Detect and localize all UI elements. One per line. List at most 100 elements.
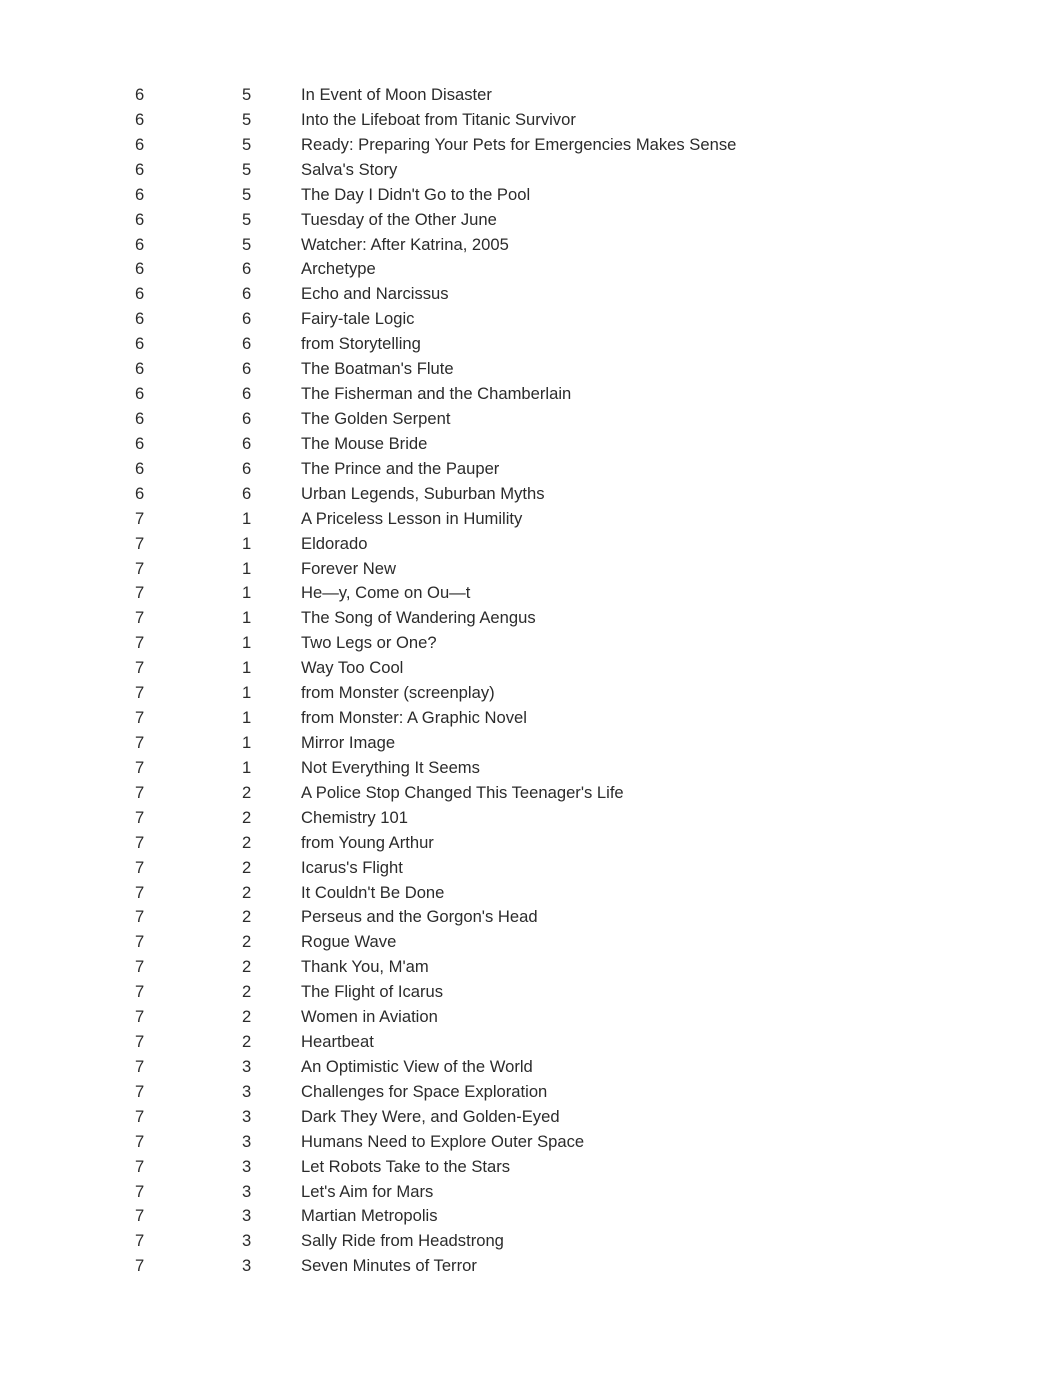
title-cell: Urban Legends, Suburban Myths	[301, 483, 545, 503]
table-row: 6 6 from Storytelling	[0, 332, 1062, 357]
unit-cell: 5	[242, 85, 252, 104]
table-row: 6 5 Tuesday of the Other June	[0, 208, 1062, 233]
table-row: 7 1 from Monster (screenplay)	[0, 681, 1062, 706]
unit-cell: 3	[242, 1106, 252, 1126]
title-cell: A Police Stop Changed This Teenager's Li…	[301, 782, 624, 802]
title-cell: The Golden Serpent	[301, 408, 451, 428]
title-cell: Two Legs or One?	[301, 633, 437, 653]
unit-cell: 2	[242, 957, 252, 977]
table-row: 7 3 Challenges for Space Exploration	[0, 1080, 1062, 1105]
table-row: 7 3 Sally Ride from Headstrong	[0, 1229, 1062, 1254]
table-row: 7 1 Eldorado	[0, 532, 1062, 557]
title-cell: Fairy-tale Logic	[301, 309, 415, 329]
unit-cell: 2	[242, 882, 252, 902]
title-cell: The Fisherman and the Chamberlain	[301, 384, 572, 404]
title-cell: Seven Minutes of Terror	[301, 1256, 477, 1276]
unit-cell: 6	[242, 483, 252, 503]
title-cell: He—y, Come on Ou—t	[301, 583, 471, 603]
grade-cell: 6	[135, 284, 145, 304]
unit-cell: 2	[242, 782, 252, 802]
table-row: 7 1 Two Legs or One?	[0, 631, 1062, 656]
table-row: 7 3 Dark They Were, and Golden-Eyed	[0, 1105, 1062, 1130]
title-cell: Mirror Image	[301, 732, 396, 752]
table-row: 7 2 The Flight of Icarus	[0, 980, 1062, 1005]
table-row: 7 1 The Song of Wandering Aengus	[0, 606, 1062, 631]
table-row: 7 2 Icarus's Flight	[0, 856, 1062, 881]
table-row: 6 5 Ready: Preparing Your Pets for Emergen…	[0, 133, 1062, 158]
reading-list-table: 6 5 In Event of Moon Disaster 6 5 Into the Li…	[0, 83, 1062, 1279]
table-row: 6 5 Into the Lifeboat from Titanic Survivo…	[0, 108, 1062, 133]
title-cell: Chemistry 101	[301, 807, 408, 827]
title-cell: Salva's Story	[301, 159, 398, 179]
unit-cell: 6	[242, 259, 252, 279]
unit-cell: 5	[242, 184, 252, 204]
table-row: 6 5 In Event of Moon Disaster	[0, 83, 1062, 108]
unit-cell: 1	[242, 533, 252, 553]
table-row: 6 6 The Golden Serpent	[0, 407, 1062, 432]
table-row: 6 5 The Day I Didn't Go to the Pool	[0, 183, 1062, 208]
unit-cell: 3	[242, 1081, 252, 1101]
title-cell: A Priceless Lesson in Humility	[301, 508, 523, 528]
grade-cell: 7	[135, 757, 145, 777]
title-cell: Not Everything It Seems	[301, 757, 480, 777]
unit-cell: 1	[242, 633, 252, 653]
unit-cell: 2	[242, 982, 252, 1002]
unit-cell: 6	[242, 359, 252, 379]
grade-cell: 7	[135, 608, 145, 628]
unit-cell: 6	[242, 458, 252, 478]
grade-cell: 7	[135, 683, 145, 703]
unit-cell: 1	[242, 558, 252, 578]
unit-cell: 2	[242, 1032, 252, 1052]
table-row: 6 6 The Prince and the Pauper	[0, 457, 1062, 482]
unit-cell: 6	[242, 309, 252, 329]
table-row: 7 2 It Couldn't Be Done	[0, 881, 1062, 906]
unit-cell: 1	[242, 708, 252, 728]
unit-cell: 2	[242, 807, 252, 827]
title-cell: from Monster (screenplay)	[301, 683, 495, 703]
unit-cell: 3	[242, 1206, 252, 1226]
unit-cell: 3	[242, 1231, 252, 1251]
table-row: 7 3 An Optimistic View of the World	[0, 1055, 1062, 1080]
title-cell: Icarus's Flight	[301, 857, 403, 877]
grade-cell: 7	[135, 633, 145, 653]
grade-cell: 6	[135, 433, 145, 453]
title-cell: Thank You, M'am	[301, 957, 429, 977]
unit-cell: 5	[242, 209, 252, 229]
table-row: 7 1 from Monster: A Graphic Novel	[0, 706, 1062, 731]
unit-cell: 6	[242, 384, 252, 404]
unit-cell: 5	[242, 109, 252, 129]
title-cell: Watcher: After Katrina, 2005	[301, 234, 509, 254]
grade-cell: 6	[135, 384, 145, 404]
grade-cell: 7	[135, 1032, 145, 1052]
table-row: 7 2 Chemistry 101	[0, 806, 1062, 831]
grade-cell: 7	[135, 882, 145, 902]
unit-cell: 1	[242, 508, 252, 528]
grade-cell: 6	[135, 334, 145, 354]
table-row: 7 2 Rogue Wave	[0, 930, 1062, 955]
title-cell: The Flight of Icarus	[301, 982, 444, 1002]
grade-cell: 7	[135, 708, 145, 728]
title-cell: Forever New	[301, 558, 396, 578]
title-cell: It Couldn't Be Done	[301, 882, 445, 902]
table-row: 7 1 Mirror Image	[0, 731, 1062, 756]
grade-cell: 6	[135, 234, 145, 254]
unit-cell: 1	[242, 683, 252, 703]
title-cell: Heartbeat	[301, 1032, 374, 1052]
table-row: 7 3 Let's Aim for Mars	[0, 1180, 1062, 1205]
table-row: 7 1 Not Everything It Seems	[0, 756, 1062, 781]
title-cell: In Event of Moon Disaster	[301, 85, 492, 104]
unit-cell: 3	[242, 1181, 252, 1201]
grade-cell: 7	[135, 1256, 145, 1276]
grade-cell: 7	[135, 1131, 145, 1151]
table-row: 7 2 Women in Aviation	[0, 1005, 1062, 1030]
grade-cell: 7	[135, 732, 145, 752]
grade-cell: 7	[135, 658, 145, 678]
grade-cell: 6	[135, 184, 145, 204]
grade-cell: 7	[135, 807, 145, 827]
title-cell: Way Too Cool	[301, 658, 404, 678]
title-cell: An Optimistic View of the World	[301, 1056, 533, 1076]
table-row: 7 3 Martian Metropolis	[0, 1204, 1062, 1229]
grade-cell: 7	[135, 857, 145, 877]
table-row: 6 6 Archetype	[0, 257, 1062, 282]
title-cell: from Young Arthur	[301, 832, 434, 852]
